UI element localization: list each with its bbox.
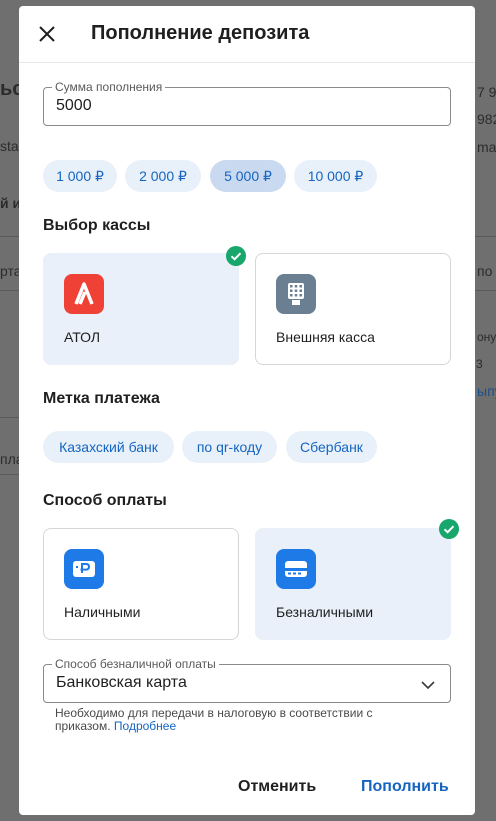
close-button[interactable] [35, 22, 59, 46]
payment-tag-section-title: Метка платежа [43, 390, 160, 407]
bg-fragment: 7 9 [477, 84, 496, 100]
cashbox-card-label: АТОЛ [64, 329, 101, 345]
helper-text: Необходимо для передачи в налоговую в со… [55, 706, 373, 733]
payment-card-label: Наличными [64, 604, 141, 620]
cashbox-card-external[interactable]: Внешняя касса [255, 253, 451, 365]
more-info-link[interactable]: Подробнее [114, 719, 176, 733]
selected-check-icon [226, 246, 246, 266]
selected-check-icon [439, 519, 459, 539]
amount-input[interactable]: Сумма пополнения 5000 [43, 80, 451, 126]
close-icon [39, 26, 55, 42]
cashbox-card-label: Внешняя касса [276, 329, 375, 345]
tag-chip-qr-code[interactable]: по qr-коду [182, 431, 277, 463]
preset-chip-2000[interactable]: 2 000 ₽ [125, 160, 201, 192]
cash-register-icon [276, 274, 316, 314]
deposit-dialog: Пополнение депозита Сумма пополнения 500… [19, 6, 475, 815]
bg-fragment: 3 [476, 357, 483, 371]
chevron-down-icon [421, 681, 435, 690]
cashless-method-label: Способ безналичной оплаты [52, 657, 219, 671]
atol-logo-icon [64, 274, 104, 314]
cashless-method-value: Банковская карта [56, 674, 187, 691]
bg-fragment: й и [0, 195, 22, 211]
cancel-button[interactable]: Отменить [238, 778, 316, 796]
tag-chip-sberbank[interactable]: Сбербанк [286, 431, 377, 463]
cashless-method-select[interactable]: Способ безналичной оплаты Банковская кар… [43, 657, 451, 703]
bg-fragment: 982 [477, 111, 496, 127]
cashbox-section-title: Выбор кассы [43, 217, 151, 234]
bg-fragment: ону [477, 330, 496, 344]
preset-chip-10000[interactable]: 10 000 ₽ [294, 160, 377, 192]
preset-chip-5000[interactable]: 5 000 ₽ [210, 160, 286, 192]
bg-fragment: ыпу [477, 383, 496, 399]
amount-input-value[interactable]: 5000 [56, 97, 92, 115]
card-icon [276, 549, 316, 589]
bg-fragment: по [477, 263, 493, 279]
dialog-header: Пополнение депозита [19, 6, 475, 63]
bg-divider [0, 417, 20, 418]
payment-card-label: Безналичными [276, 604, 374, 620]
preset-chip-1000[interactable]: 1 000 ₽ [43, 160, 117, 192]
amount-input-label: Сумма пополнения [52, 80, 166, 94]
payment-card-cashless[interactable]: Безналичными [255, 528, 451, 640]
cashless-method-helper: Необходимо для передачи в налоговую в со… [55, 707, 415, 733]
bg-divider [0, 290, 20, 291]
bg-divider [475, 236, 496, 237]
bg-divider [0, 474, 20, 475]
dialog-title: Пополнение депозита [91, 22, 310, 44]
payment-method-section-title: Способ оплаты [43, 492, 167, 509]
bg-fragment: sta [0, 138, 19, 154]
payment-card-cash[interactable]: Наличными [43, 528, 239, 640]
cashbox-card-atol[interactable]: АТОЛ [43, 253, 239, 365]
bg-divider [475, 290, 496, 291]
bg-divider [0, 236, 20, 237]
bg-fragment: ma [477, 139, 496, 155]
cash-icon [64, 549, 104, 589]
submit-button[interactable]: Пополнить [361, 778, 449, 796]
tag-chip-kazakh-bank[interactable]: Казахский банк [43, 431, 174, 463]
